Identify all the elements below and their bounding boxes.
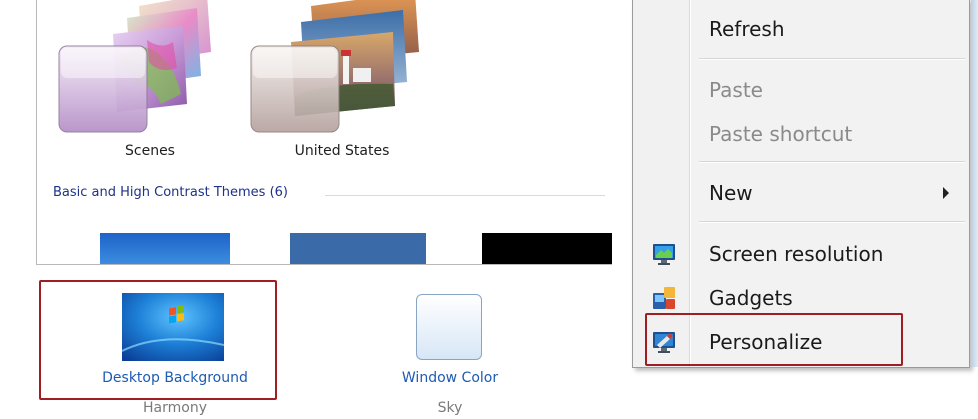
themes-panel: Scenes United States Basic and High Cont…	[36, 0, 612, 265]
theme-thumb-high-contrast[interactable]	[482, 233, 612, 264]
window-color-label: Window Color	[401, 370, 499, 386]
theme-thumb-windows-classic[interactable]	[290, 233, 426, 264]
submenu-arrow-icon	[943, 187, 949, 199]
menu-item-refresh[interactable]: Refresh	[633, 11, 969, 47]
menu-item-screen-resolution[interactable]: Screen resolution	[633, 236, 969, 272]
menu-item-paste[interactable]: Paste	[633, 72, 969, 108]
basic-high-contrast-header: Basic and High Contrast Themes (6)	[53, 185, 288, 200]
scenes-thumbnail-stack	[58, 0, 211, 133]
window-color-swatch	[416, 294, 482, 360]
theme-label-scenes: Scenes	[125, 143, 175, 159]
highlight-box-personalize	[645, 313, 903, 366]
window-color-link[interactable]: Window Color	[390, 290, 510, 400]
theme-united-states[interactable]: United States	[247, 0, 437, 170]
menu-separator	[699, 221, 965, 223]
section-divider	[325, 195, 605, 196]
menu-label-new: New	[709, 181, 753, 205]
menu-label-paste: Paste	[709, 78, 763, 102]
menu-separator	[699, 161, 965, 163]
desktop-background-sub: Harmony	[143, 400, 207, 416]
theme-scenes[interactable]: Scenes	[55, 0, 245, 170]
united-states-thumbnail-stack	[250, 0, 419, 133]
menu-item-gadgets[interactable]: Gadgets	[633, 280, 969, 316]
menu-label-refresh: Refresh	[709, 17, 785, 41]
window-color-sub: Sky	[437, 400, 463, 416]
gadgets-icon	[653, 287, 675, 309]
menu-label-paste-shortcut: Paste shortcut	[709, 122, 853, 146]
menu-label-screen-resolution: Screen resolution	[709, 242, 884, 266]
menu-item-paste-shortcut[interactable]: Paste shortcut	[633, 116, 969, 152]
theme-thumb-windows7-basic[interactable]	[100, 233, 230, 264]
screen-resolution-icon	[653, 244, 675, 265]
menu-label-gadgets: Gadgets	[709, 286, 793, 310]
theme-label-united-states: United States	[294, 143, 390, 159]
highlight-box-desktop-background	[39, 280, 277, 400]
menu-item-new[interactable]: New	[633, 175, 969, 211]
menu-separator	[699, 58, 965, 60]
